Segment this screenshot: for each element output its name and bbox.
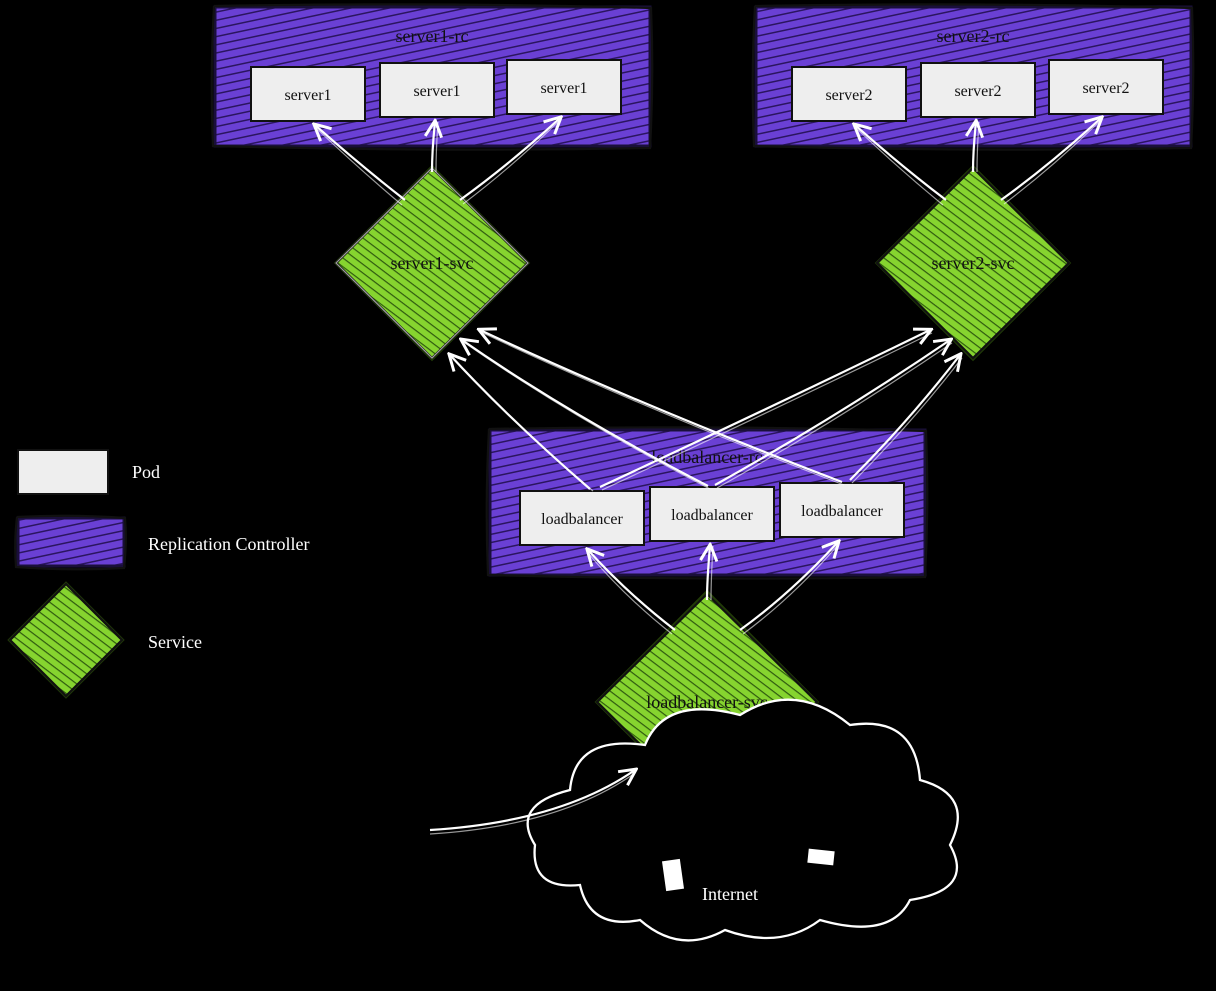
pod: server2 (792, 67, 906, 121)
pod: loadbalancer (650, 487, 774, 541)
pod: server2 (921, 63, 1035, 117)
pod-label: server2 (1082, 80, 1129, 97)
cloud-label: Internet (702, 884, 758, 904)
rc2-title: server2-rc (937, 26, 1010, 46)
pod-label: server1 (540, 80, 587, 97)
legend: Pod Replication Controller Service (9, 450, 309, 697)
cloud-internet: Internet (528, 700, 958, 941)
pod: server1 (507, 60, 621, 114)
rc-server1: server1-rc server1 server1 server1 (212, 4, 653, 149)
legend-svc-label: Service (148, 632, 202, 652)
svc-server1: server1-svc (336, 167, 528, 359)
rc-loadbalancer: loadbalancer-rc loadbalancer loadbalance… (487, 427, 928, 578)
pod: loadbalancer (520, 491, 644, 545)
svc2-label: server2-svc (932, 253, 1015, 273)
pod-label: loadbalancer (801, 503, 883, 520)
pod: server1 (251, 67, 365, 121)
pod-label: server1 (284, 87, 331, 104)
legend-pod-label: Pod (132, 462, 160, 482)
pod-label: server1 (413, 83, 460, 100)
pod: loadbalancer (780, 483, 904, 537)
pod: server2 (1049, 60, 1163, 114)
pod-label: loadbalancer (541, 511, 623, 528)
pod-label: server2 (825, 87, 872, 104)
rc1-title: server1-rc (396, 26, 469, 46)
svc-server2: server2-svc (877, 167, 1069, 359)
pod: server1 (380, 63, 494, 117)
svc1-label: server1-svc (391, 253, 474, 273)
rc-server2: server2-rc server2 server2 server2 (753, 4, 1194, 149)
pod-label: server2 (954, 83, 1001, 100)
legend-rc-label: Replication Controller (148, 534, 309, 554)
pod-label: loadbalancer (671, 507, 753, 524)
